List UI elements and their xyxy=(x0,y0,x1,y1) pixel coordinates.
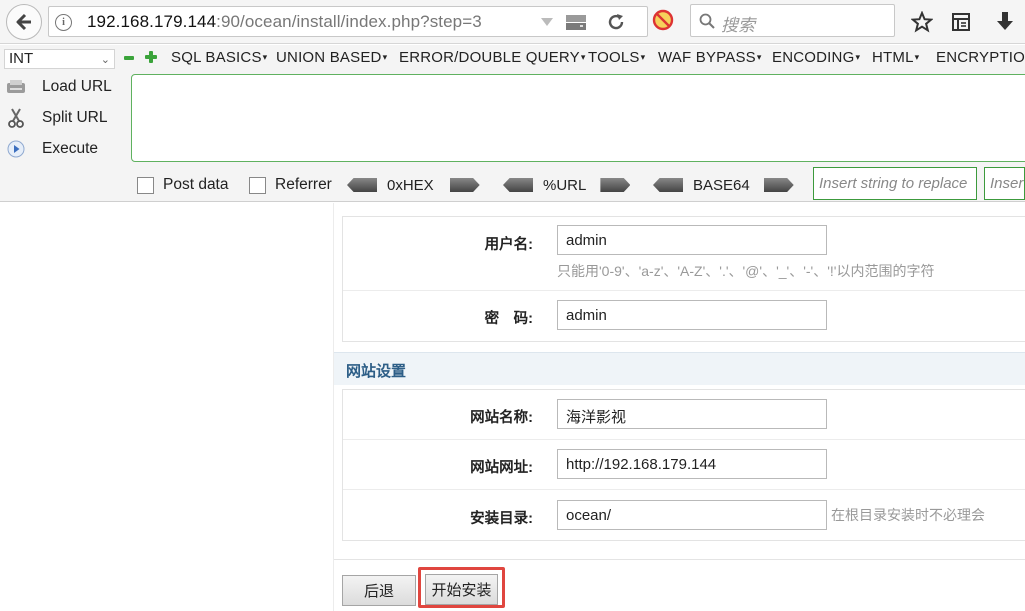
insert-string-input[interactable]: Insert string to replace xyxy=(813,167,977,200)
caret-down-icon: ▾ xyxy=(580,52,586,62)
base64-encoder: BASE64 xyxy=(653,174,794,196)
menu-error-double-query[interactable]: ERROR/DOUBLE QUERY▾ xyxy=(399,49,586,66)
password-label: 密 码: xyxy=(484,311,533,327)
menu-html[interactable]: HTML▾ xyxy=(872,49,919,66)
menu-union-based[interactable]: UNION BASED▾ xyxy=(276,49,387,66)
referrer-checkbox[interactable]: Referrer xyxy=(249,175,332,195)
install-dir-label: 安装目录: xyxy=(470,511,533,527)
address-bar[interactable]: i 192.168.179.144:90/ocean/install/index… xyxy=(48,6,648,37)
back-step-button[interactable]: 后退 xyxy=(342,575,416,606)
menu-waf-bypass[interactable]: WAF BYPASS▾ xyxy=(658,49,762,66)
address-text[interactable]: 192.168.179.144:90/ocean/install/index.p… xyxy=(87,12,482,32)
referrer-label: Referrer xyxy=(275,176,332,193)
menu-label: HTML xyxy=(872,49,914,66)
split-url-label: Split URL xyxy=(42,109,108,126)
caret-down-icon: ▾ xyxy=(640,52,646,62)
menu-encryption[interactable]: ENCRYPTION xyxy=(936,49,1025,66)
sitename-input[interactable]: 海洋影视 xyxy=(557,399,827,429)
info-icon[interactable]: i xyxy=(55,14,72,31)
execute-button[interactable]: Execute xyxy=(6,137,98,161)
post-data-checkbox[interactable]: Post data xyxy=(137,175,229,195)
hex-encoder: 0xHEX xyxy=(347,174,480,196)
caret-down-icon: ▾ xyxy=(382,52,388,62)
section-header: 网站设置 xyxy=(334,352,1025,385)
reload-icon[interactable] xyxy=(606,12,626,32)
encode-arrow-icon[interactable] xyxy=(763,178,794,192)
menu-encoding[interactable]: ENCODING▾ xyxy=(772,49,860,66)
menu-label: UNION BASED xyxy=(276,49,382,66)
caret-down-icon: ▾ xyxy=(262,52,268,62)
username-input[interactable]: admin xyxy=(557,225,827,255)
execute-label: Execute xyxy=(42,140,99,157)
url-host: 192.168.179.144 xyxy=(87,12,217,31)
scissors-icon xyxy=(6,108,26,128)
menu-label: TOOLS xyxy=(588,49,640,66)
reading-list-icon[interactable] xyxy=(950,11,972,33)
search-placeholder: 搜索 xyxy=(721,16,755,35)
left-blank-area xyxy=(0,203,334,611)
hex-label: 0xHEX xyxy=(387,176,434,194)
menu-label: SQL BASICS xyxy=(171,49,262,66)
type-select-value: INT xyxy=(9,50,34,67)
menu-label: ENCRYPTION xyxy=(936,49,1025,66)
siteurl-input[interactable]: http://192.168.179.144 xyxy=(557,449,827,479)
load-url-icon xyxy=(6,77,26,97)
post-data-label: Post data xyxy=(163,176,229,193)
search-box[interactable]: 搜索 xyxy=(690,4,895,37)
url-encoder: %URL xyxy=(503,174,631,196)
decode-arrow-icon[interactable] xyxy=(503,178,533,192)
username-hint: 只能用'0-9'、'a-z'、'A-Z'、'.'、'@'、'_'、'-'、'!'… xyxy=(557,263,935,279)
install-dir-hint: 在根目录安装时不必理会 xyxy=(831,507,985,523)
blocked-plugin-icon[interactable] xyxy=(652,9,674,31)
section-title: 网站设置 xyxy=(346,363,407,380)
password-input[interactable]: admin xyxy=(557,300,827,330)
bookmark-star-icon[interactable] xyxy=(911,11,933,33)
increase-icon[interactable] xyxy=(145,51,157,63)
install-dir-input[interactable]: ocean/ xyxy=(557,500,827,530)
menu-tools[interactable]: TOOLS▾ xyxy=(588,49,645,66)
type-select[interactable]: INT ⌄ xyxy=(4,49,115,69)
base64-label: BASE64 xyxy=(693,176,750,194)
menu-label: WAF BYPASS xyxy=(658,49,756,66)
caret-down-icon: ▾ xyxy=(914,52,920,62)
sitename-label: 网站名称: xyxy=(470,410,533,426)
load-url-label: Load URL xyxy=(42,78,112,95)
encode-arrow-icon[interactable] xyxy=(449,178,480,192)
menu-label: ERROR/DOUBLE QUERY xyxy=(399,49,580,66)
caret-down-icon: ▾ xyxy=(855,52,861,62)
urlenc-label: %URL xyxy=(543,176,587,194)
footer-divider xyxy=(334,559,1025,560)
checkbox-box[interactable] xyxy=(249,176,266,194)
hackbar: INT ⌄ SQL BASICS▾ UNION BASED▾ ERROR/DOU… xyxy=(0,45,1025,202)
siteurl-label: 网站网址: xyxy=(470,460,533,476)
checkbox-box[interactable] xyxy=(137,176,154,194)
menu-label: ENCODING xyxy=(772,49,855,66)
menu-sql-basics[interactable]: SQL BASICS▾ xyxy=(171,49,267,66)
download-icon[interactable] xyxy=(994,10,1016,32)
network-drive-icon[interactable] xyxy=(564,13,588,31)
url-textarea[interactable] xyxy=(131,74,1025,162)
decode-arrow-icon[interactable] xyxy=(653,178,683,192)
split-url-button[interactable]: Split URL xyxy=(6,106,107,130)
divider xyxy=(343,489,1025,490)
start-install-button[interactable]: 开始安装 xyxy=(425,574,498,605)
browser-toolbar: i 192.168.179.144:90/ocean/install/index… xyxy=(0,0,1025,44)
divider xyxy=(343,290,1025,291)
history-dropdown-icon[interactable] xyxy=(541,18,553,26)
url-path: :90/ocean/install/index.php?step=3 xyxy=(216,12,482,31)
caret-down-icon: ▾ xyxy=(756,52,762,62)
search-icon xyxy=(699,13,715,29)
decode-arrow-icon[interactable] xyxy=(347,178,377,192)
decrease-icon[interactable] xyxy=(124,53,134,63)
play-icon xyxy=(6,139,26,159)
divider xyxy=(343,439,1025,440)
back-button[interactable] xyxy=(6,4,42,40)
replace-string-input[interactable]: Insert xyxy=(984,167,1025,200)
encode-arrow-icon[interactable] xyxy=(600,178,631,192)
chevron-down-icon: ⌄ xyxy=(100,54,110,66)
username-label: 用户名: xyxy=(484,237,533,253)
back-arrow-icon xyxy=(16,13,31,31)
load-url-button[interactable]: Load URL xyxy=(6,75,112,99)
